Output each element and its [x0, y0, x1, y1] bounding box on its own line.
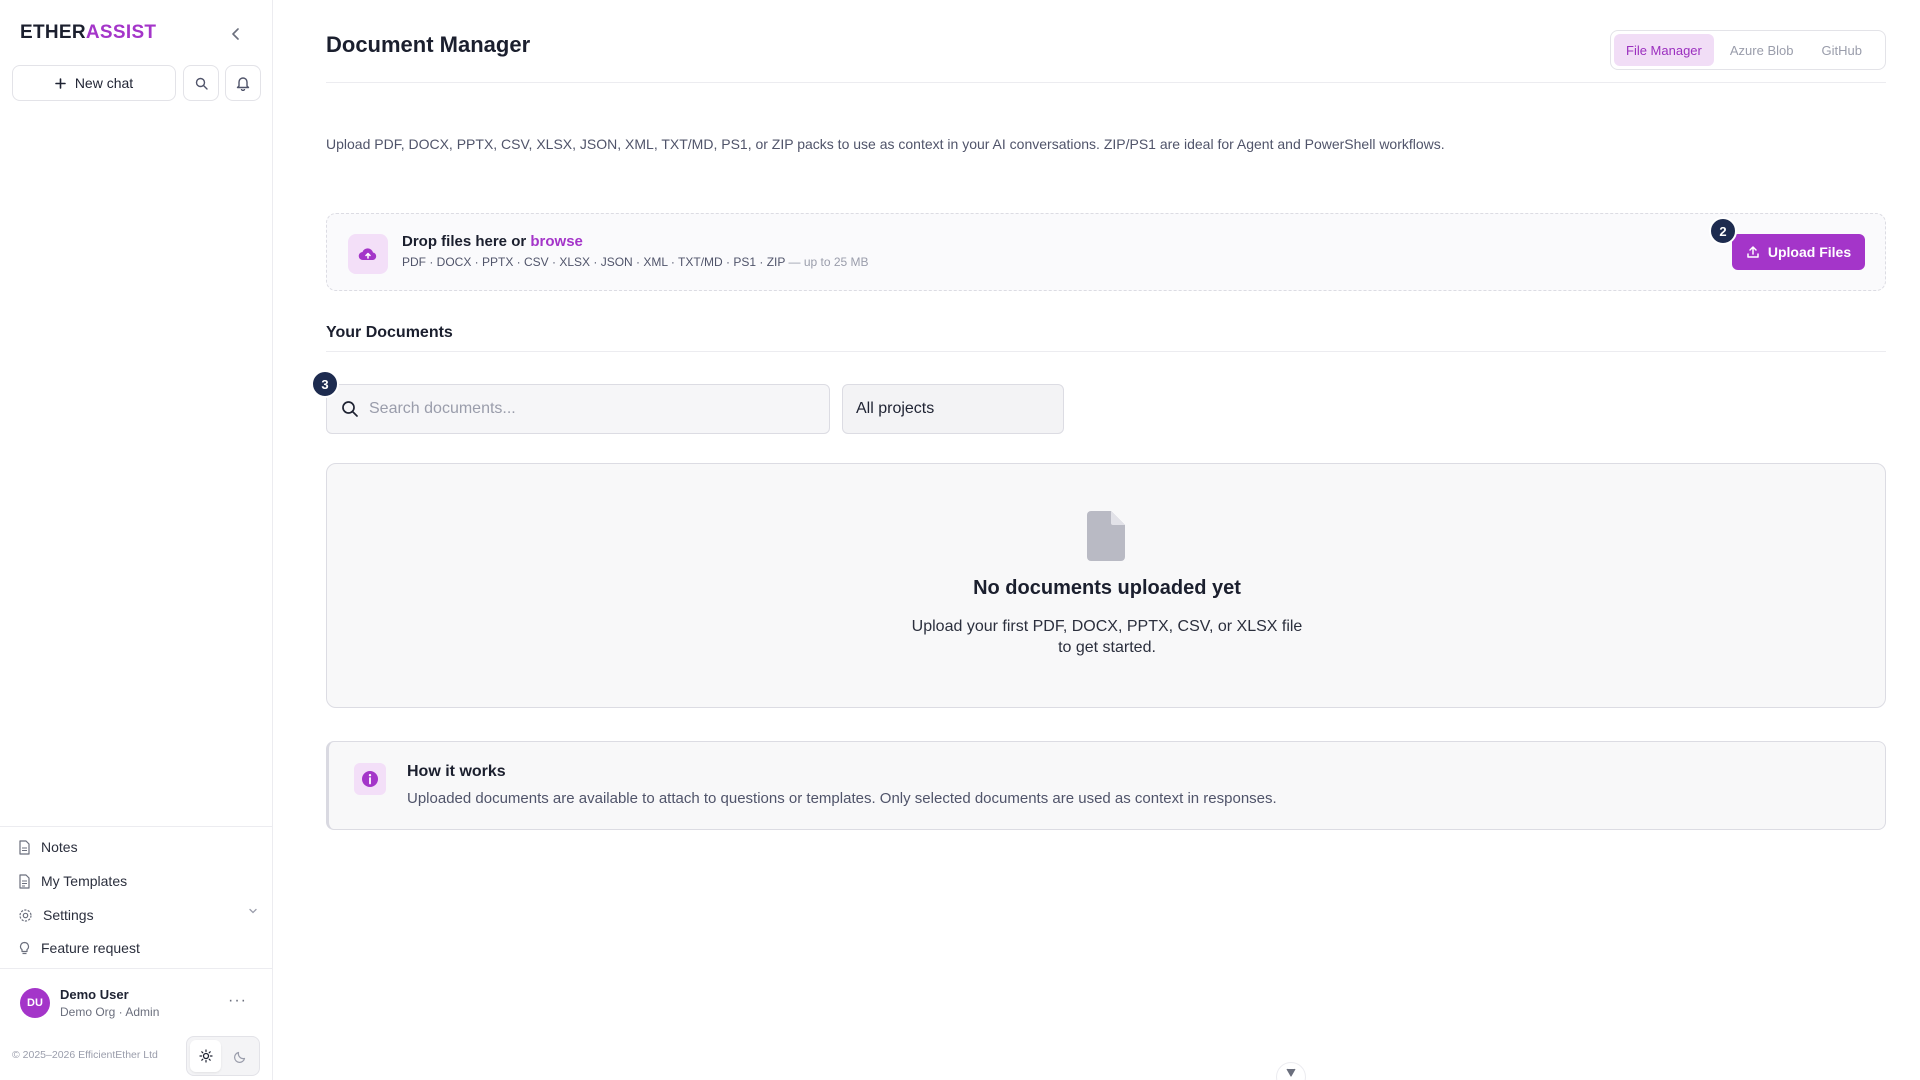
section-title: Your Documents: [326, 324, 453, 341]
upload-files-button[interactable]: Upload Files: [1732, 234, 1865, 270]
sun-icon: [198, 1049, 213, 1063]
bell-icon: [236, 77, 250, 91]
sidebar-divider: [0, 826, 273, 827]
tab-file-manager[interactable]: File Manager: [1614, 34, 1714, 66]
document-search: [326, 384, 830, 434]
empty-text: Upload your first PDF, DOCX, PPTX, CSV, …: [911, 618, 1303, 656]
scroll-down-button[interactable]: [1276, 1062, 1306, 1080]
chevron-down-icon: [1286, 1068, 1296, 1077]
page-title: Document Manager: [326, 32, 531, 57]
empty-state: No documents uploaded yet Upload your fi…: [326, 463, 1886, 708]
brand-part-1: ETHER: [20, 22, 86, 43]
new-chat-label: New chat: [74, 75, 134, 91]
info-icon: [354, 763, 386, 795]
section-divider: [326, 351, 1886, 352]
brand-logo: ETHERASSIST: [20, 22, 156, 44]
collapse-sidebar-button[interactable]: [226, 24, 246, 44]
empty-title: No documents uploaded yet: [973, 577, 1241, 599]
template-icon: [19, 873, 30, 889]
notes-icon: [19, 839, 30, 855]
avatar[interactable]: DU: [20, 988, 50, 1018]
document-icon: [1087, 511, 1125, 561]
how-it-works-text: Uploaded documents are available to atta…: [407, 790, 1277, 807]
user-divider: [0, 968, 273, 969]
search-button[interactable]: [183, 65, 219, 101]
dropzone-title: Drop files here or browse: [402, 233, 583, 250]
source-tabs: File Manager Azure Blob GitHub: [1610, 30, 1886, 70]
search-input[interactable]: [369, 400, 809, 418]
search-icon: [342, 401, 358, 417]
tab-github[interactable]: GitHub: [1809, 34, 1873, 66]
header-divider: [326, 82, 1886, 83]
copyright: © 2025–2026 EfficientEther Ltd: [12, 1049, 158, 1061]
lightbulb-icon: [19, 941, 30, 954]
sidebar-item-label: Notes: [41, 839, 78, 855]
moon-icon: [234, 1051, 246, 1063]
dropzone-formats: PDF · DOCX · PPTX · CSV · XLSX · JSON · …: [402, 255, 869, 269]
sidebar-item-my-templates[interactable]: My Templates: [18, 870, 258, 892]
upload-files-label: Upload Files: [1767, 244, 1852, 260]
how-it-works-panel: How it works Uploaded documents are avai…: [326, 741, 1886, 830]
upload-icon: [1747, 246, 1759, 258]
new-chat-button[interactable]: New chat: [12, 65, 176, 101]
step-badge-3: 3: [311, 370, 339, 398]
tab-azure-blob[interactable]: Azure Blob: [1718, 34, 1806, 66]
project-filter-select[interactable]: All projects: [842, 384, 1064, 434]
browse-link[interactable]: browse: [530, 233, 583, 250]
step-badge-2: 2: [1709, 217, 1737, 245]
theme-toggle: [186, 1036, 260, 1076]
chevron-down-icon: [249, 908, 257, 914]
user-name: Demo User: [60, 987, 129, 1002]
intro-text: Upload PDF, DOCX, PPTX, CSV, XLSX, JSON,…: [326, 136, 1445, 152]
dark-theme-button[interactable]: [225, 1040, 256, 1072]
gear-icon: [19, 908, 32, 922]
search-icon: [195, 77, 208, 90]
sidebar-item-notes[interactable]: Notes: [18, 836, 258, 858]
user-role: Demo Org · Admin: [60, 1005, 160, 1019]
sidebar-item-label: My Templates: [41, 873, 128, 889]
user-menu-button[interactable]: ···: [228, 992, 247, 1010]
plus-icon: [55, 77, 66, 89]
sidebar-item-feature-request[interactable]: Feature request: [18, 937, 258, 959]
light-theme-button[interactable]: [190, 1040, 221, 1072]
sidebar-item-label: Settings: [43, 907, 94, 923]
brand-part-2: ASSIST: [85, 22, 157, 43]
accepted-formats: PDF · DOCX · PPTX · CSV · XLSX · JSON · …: [402, 255, 786, 269]
notifications-button[interactable]: [225, 65, 261, 101]
upload-cloud-icon: [348, 234, 388, 274]
sidebar: ETHERASSIST New chat Notes My Templates …: [0, 0, 273, 1080]
chevron-left-icon: [232, 28, 239, 40]
sidebar-item-settings[interactable]: Settings: [18, 904, 258, 926]
how-it-works-title: How it works: [407, 763, 506, 780]
size-limit: — up to 25 MB: [788, 255, 869, 269]
sidebar-item-label: Feature request: [41, 940, 140, 956]
file-dropzone[interactable]: Drop files here or browse PDF · DOCX · P…: [326, 213, 1886, 291]
dropzone-title-text: Drop files here or: [402, 233, 527, 250]
